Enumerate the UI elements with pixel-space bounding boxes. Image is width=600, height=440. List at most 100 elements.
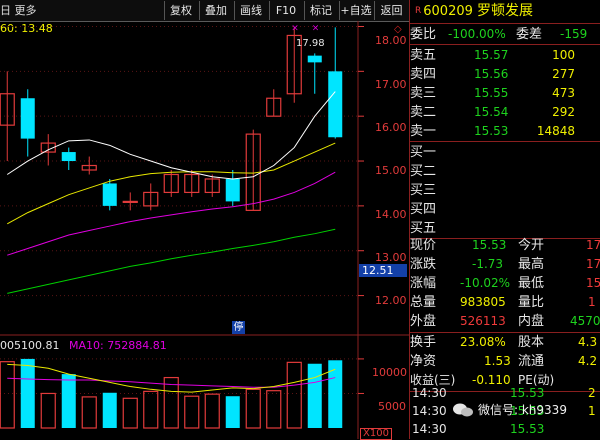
limit-marker: × xyxy=(312,23,320,33)
current-price-tag: 12.51 xyxy=(359,264,407,277)
candle-body xyxy=(20,98,35,139)
volume-bar xyxy=(245,388,261,429)
volume-info-line: 005100.81 MA10: 752884.81 xyxy=(0,339,167,352)
volume-bar xyxy=(20,358,35,428)
sell-label: 卖一 xyxy=(410,124,437,139)
buy-label: 买一 xyxy=(410,145,437,160)
vol-unit-badge: X100 xyxy=(360,428,392,440)
volume-bar xyxy=(143,390,159,429)
sell-row[interactable]: 卖二 15.54 292 xyxy=(410,103,600,122)
price-tick-12: 12.00 xyxy=(375,294,407,307)
tick-row: 14:30 15.53 xyxy=(410,420,600,439)
change-label: 涨跌 xyxy=(410,257,437,272)
stock-title: R 600209 罗顿发展 xyxy=(410,0,600,22)
tick-time: 14:30 xyxy=(412,404,447,418)
weicha-value: -159 xyxy=(560,27,588,41)
weibi-label: 委比 xyxy=(410,27,437,42)
candles: × × xyxy=(0,23,343,211)
candle-body xyxy=(61,152,76,162)
buy-row[interactable]: 买四 xyxy=(410,200,600,219)
tick-time: 14:30 xyxy=(412,422,447,436)
price-tick-13: 13.00 xyxy=(375,251,407,264)
weicha-label: 委差 xyxy=(516,27,543,42)
outer-value: 526113 xyxy=(460,314,506,328)
candle-body xyxy=(307,55,322,63)
inner-value: 4570 xyxy=(570,314,600,328)
candle-body xyxy=(102,183,117,206)
vol-tick-10000: 10000 xyxy=(372,366,407,379)
stat-row: 外盘 526113 内盘 4570 xyxy=(410,312,600,331)
vol-ratio-value: 1 xyxy=(588,295,596,309)
sell-row[interactable]: 卖四 15.56 277 xyxy=(410,65,600,84)
sell-volume: 277 xyxy=(552,67,575,81)
buy-row[interactable]: 买二 xyxy=(410,162,600,181)
open-label: 今开 xyxy=(518,238,545,253)
volume-bar xyxy=(0,361,15,429)
divider xyxy=(410,141,600,142)
float-value: 4.2 xyxy=(578,354,598,368)
pct-value: -10.02% xyxy=(460,276,511,290)
volume-bar xyxy=(81,396,97,429)
volume-ma-lines xyxy=(7,363,336,393)
high-label: 最高 xyxy=(518,257,545,272)
stock-code: 600209 xyxy=(423,4,473,19)
sell-label: 卖二 xyxy=(410,105,437,120)
shares-label: 股本 xyxy=(518,335,545,350)
wechat-icon xyxy=(453,403,473,417)
volume-value: 005100.81 xyxy=(0,339,60,352)
limit-marker: × xyxy=(291,23,299,33)
volume-label: 总量 xyxy=(410,295,437,310)
price-tick-17: 17.00 xyxy=(375,78,407,91)
candle-body xyxy=(225,178,240,202)
volume-bar xyxy=(184,395,200,429)
buy-row[interactable]: 买一 xyxy=(410,143,600,162)
volume-ma10: MA10: 752884.81 xyxy=(69,339,167,352)
price-label: 现价 xyxy=(410,238,437,253)
tick-price: 15.53 xyxy=(510,422,545,436)
sell-row[interactable]: 卖一 15.53 14848 xyxy=(410,122,600,141)
outer-label: 外盘 xyxy=(410,314,437,329)
volume-bar xyxy=(40,392,56,429)
volume-bar xyxy=(61,374,76,428)
volume-bar xyxy=(204,393,220,429)
tick-time: 14:30 xyxy=(412,386,447,400)
change-value: -1.73 xyxy=(472,257,504,271)
turnover-label: 换手 xyxy=(410,335,437,350)
sell-price: 15.54 xyxy=(474,105,509,119)
sell-price: 15.57 xyxy=(474,48,509,62)
chart-grid xyxy=(0,21,409,439)
tick-volume: 1 xyxy=(588,404,596,418)
high-value: 17 xyxy=(586,257,600,271)
sell-volume: 100 xyxy=(552,48,575,62)
margin-tag: R xyxy=(415,6,422,16)
kline-chart[interactable]: × × xyxy=(0,0,409,439)
tick-volume: 2 xyxy=(588,386,596,400)
sell-volume: 473 xyxy=(552,86,575,100)
buy-label: 买二 xyxy=(410,164,437,179)
weibi-value: -100.00% xyxy=(448,27,506,41)
shares-value: 4.3 xyxy=(578,335,598,349)
vol-ma5-line xyxy=(7,363,336,393)
nav-label: 净资 xyxy=(410,354,437,369)
turnover-value: 23.08% xyxy=(460,335,506,349)
quote-panel: R 600209 罗顿发展 委比 -100.00% 委差 -159 卖五 15.5… xyxy=(409,0,600,439)
order-ratio-row: 委比 -100.00% 委差 -159 xyxy=(410,25,600,44)
divider xyxy=(410,44,600,45)
float-label: 流通 xyxy=(518,354,545,369)
divider xyxy=(410,23,600,24)
sell-volume: 292 xyxy=(552,105,575,119)
sell-row[interactable]: 卖五 15.57 100 xyxy=(410,46,600,65)
sell-row[interactable]: 卖三 15.55 473 xyxy=(410,84,600,103)
vol-tick-5000: 5000 xyxy=(378,400,406,413)
buy-label: 买三 xyxy=(410,183,437,198)
buy-row[interactable]: 买三 xyxy=(410,181,600,200)
buy-label: 买四 xyxy=(410,202,437,217)
volume-bar xyxy=(328,360,343,428)
stat-row: 总量 983805 量比 1 xyxy=(410,293,600,312)
volume-bar xyxy=(286,361,302,429)
volume-bar xyxy=(266,390,282,429)
sell-volume: 14848 xyxy=(536,124,575,138)
stat-row: 涨跌 -1.73 最高 17 xyxy=(410,255,600,274)
high-price-label: 17.98 xyxy=(296,38,325,49)
price-tick-18: 18.00 xyxy=(375,34,407,47)
